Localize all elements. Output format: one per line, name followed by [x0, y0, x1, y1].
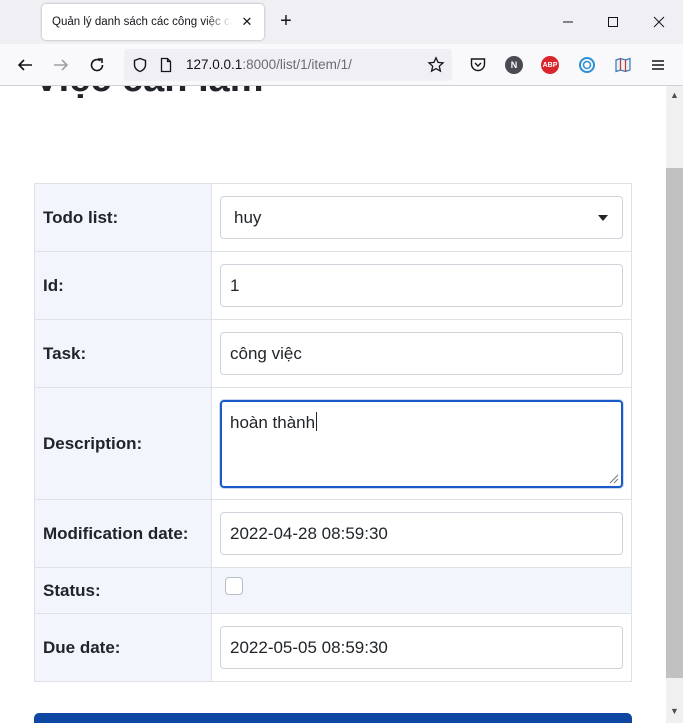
browser-navbar: 127.0.0.1:8000/list/1/item/1/ N ABP [0, 44, 683, 86]
forward-arrow-icon[interactable] [49, 53, 73, 77]
scroll-down-arrow-icon[interactable]: ▼ [670, 706, 679, 716]
adblock-plus-icon[interactable]: ABP [541, 56, 559, 74]
task-input[interactable]: công việc [220, 332, 623, 375]
chevron-down-icon [598, 215, 608, 221]
id-input[interactable]: 1 [220, 264, 623, 307]
todo-list-select[interactable]: huy [220, 196, 623, 239]
close-window-icon[interactable] [645, 8, 673, 36]
extension-n-label: N [510, 60, 518, 70]
shield-icon[interactable] [128, 53, 152, 77]
tab-close-icon[interactable]: ✕ [238, 13, 256, 31]
due-date-cell: 2022-05-05 08:59:30 [211, 613, 632, 682]
status-label: Status: [34, 567, 212, 614]
status-checkbox[interactable] [225, 576, 243, 595]
status-cell [211, 567, 632, 614]
resize-grip-icon[interactable] [607, 472, 619, 484]
due-date-label: Due date: [34, 613, 212, 682]
page-icon[interactable] [154, 53, 178, 77]
id-label: Id: [34, 251, 212, 320]
form-row-description: Description: hoàn thành [34, 387, 632, 500]
submit-button[interactable] [34, 713, 632, 723]
form-row-status: Status: [34, 567, 632, 614]
description-cell: hoàn thành [211, 387, 632, 500]
form-row-due-date: Due date: 2022-05-05 08:59:30 [34, 613, 632, 682]
map-extension-icon[interactable] [611, 53, 635, 77]
todo-list-selected-value: huy [234, 207, 262, 227]
task-cell: công việc [211, 319, 632, 388]
modification-date-input[interactable]: 2022-04-28 08:59:30 [220, 512, 623, 555]
todo-list-cell: huy [211, 183, 632, 252]
scroll-up-arrow-icon[interactable]: ▲ [670, 90, 679, 100]
hamburger-menu-icon[interactable] [646, 53, 670, 77]
description-label: Description: [34, 387, 212, 500]
text-caret [316, 411, 318, 431]
form-row-id: Id: 1 [34, 251, 632, 320]
url-host: 127.0.0.1 [186, 57, 243, 72]
description-text: hoàn thành [230, 412, 316, 432]
url-bar[interactable]: 127.0.0.1:8000/list/1/item/1/ [124, 49, 452, 81]
form-row-task: Task: công việc [34, 319, 632, 388]
adblock-label: ABP [542, 61, 558, 69]
form-row-modification-date: Modification date: 2022-04-28 08:59:30 [34, 499, 632, 568]
browser-tab[interactable]: Quản lý danh sách các công việc cần làm … [42, 4, 264, 40]
page-viewport: Việc cần làm Todo list: huy Id: 1 Task: … [0, 86, 666, 723]
bookmark-star-icon[interactable] [424, 53, 448, 77]
due-date-input[interactable]: 2022-05-05 08:59:30 [220, 626, 623, 669]
url-path: :8000/list/1/item/1/ [242, 57, 352, 72]
url-text[interactable]: 127.0.0.1:8000/list/1/item/1/ [186, 57, 352, 72]
extension-n-icon[interactable]: N [505, 56, 523, 74]
scroll-thumb[interactable] [666, 168, 683, 678]
modification-date-cell: 2022-04-28 08:59:30 [211, 499, 632, 568]
reload-icon[interactable] [85, 53, 109, 77]
page-title: Việc cần làm [34, 86, 264, 101]
modification-date-label: Modification date: [34, 499, 212, 568]
minimize-icon[interactable] [554, 8, 582, 36]
pocket-icon[interactable] [466, 53, 490, 77]
back-arrow-icon[interactable] [13, 53, 37, 77]
page-scrollbar[interactable]: ▲ ▼ [666, 86, 683, 723]
task-label: Task: [34, 319, 212, 388]
maximize-icon[interactable] [599, 8, 627, 36]
todo-list-label: Todo list: [34, 183, 212, 252]
browser-titlebar: Quản lý danh sách các công việc cần làm … [0, 0, 683, 44]
sync-extension-icon[interactable] [575, 53, 599, 77]
tab-title: Quản lý danh sách các công việc cần làm [52, 16, 232, 28]
todo-item-form: Todo list: huy Id: 1 Task: công việc Des… [34, 183, 632, 682]
description-textarea[interactable]: hoàn thành [220, 399, 623, 488]
id-cell: 1 [211, 251, 632, 320]
new-tab-plus-icon[interactable]: + [274, 10, 298, 34]
form-row-todo-list: Todo list: huy [34, 183, 632, 252]
